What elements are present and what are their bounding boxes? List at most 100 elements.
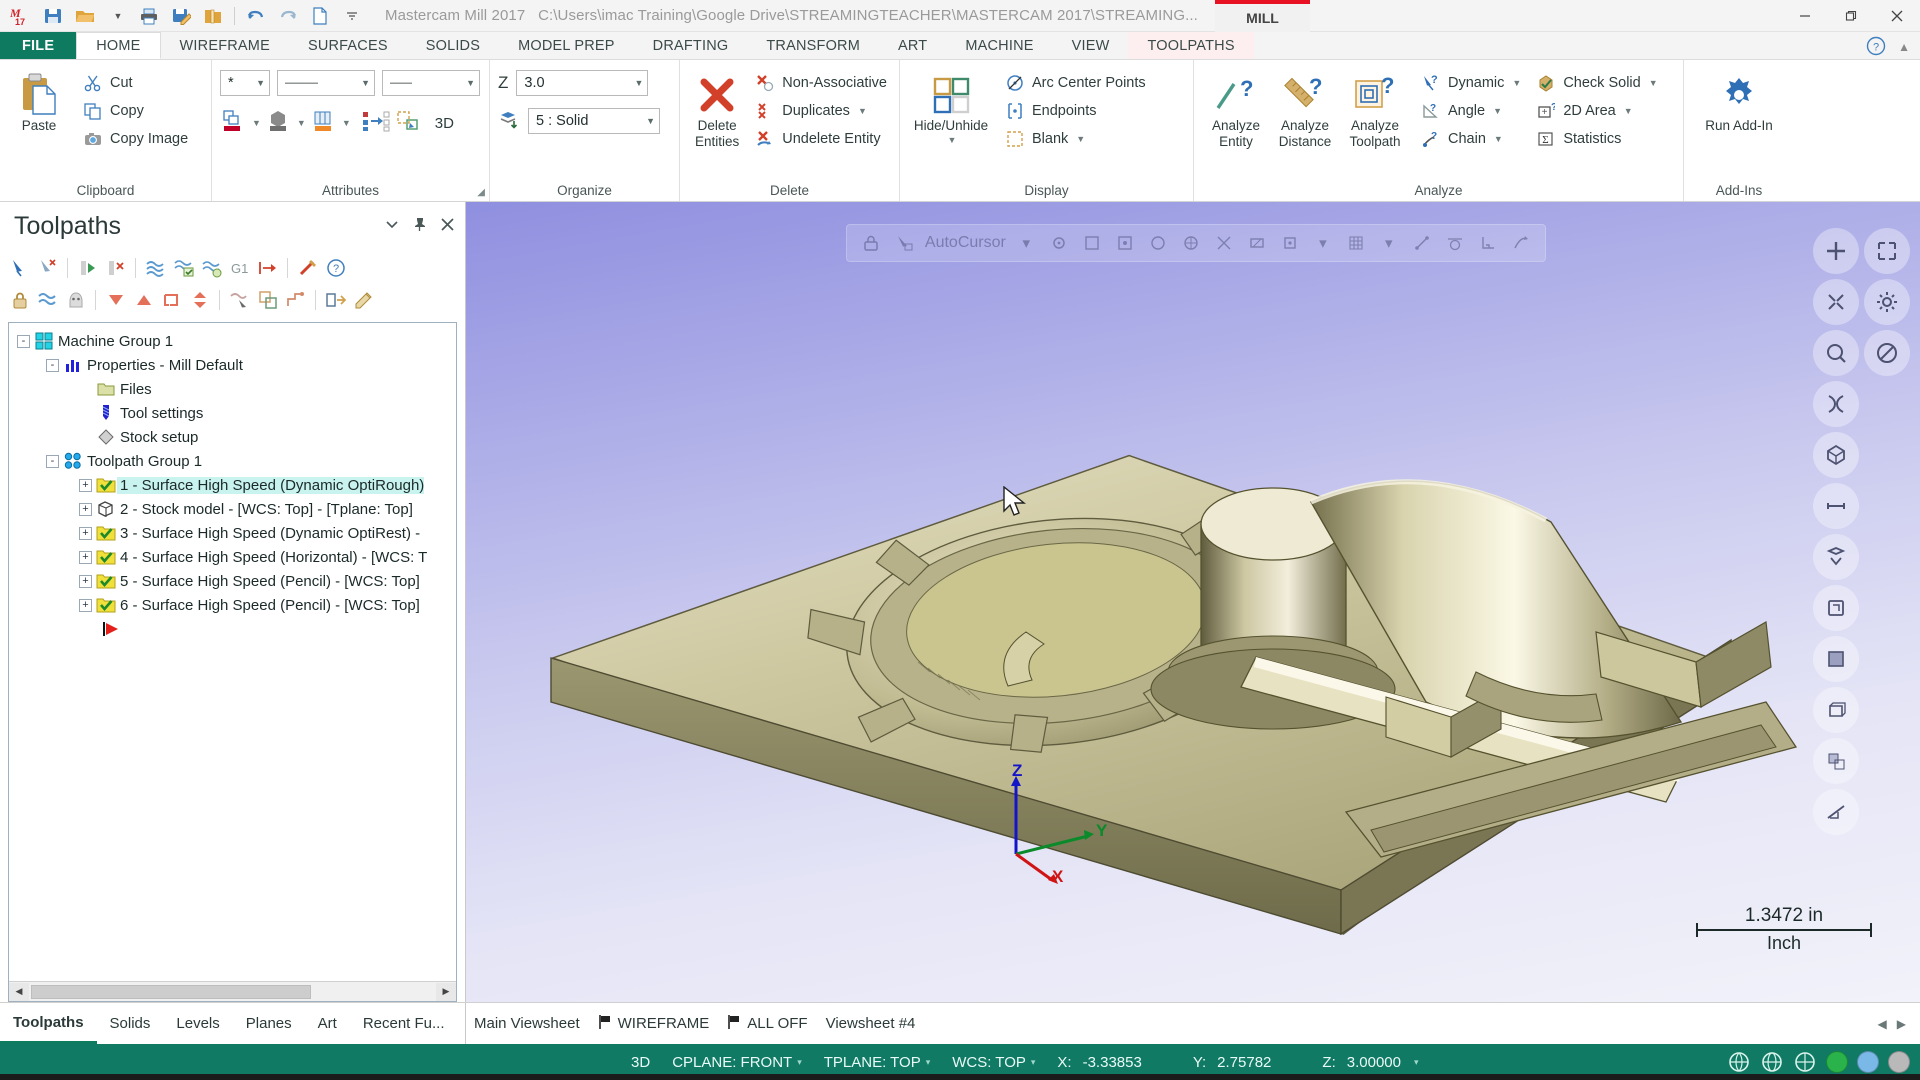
half-globe-icon[interactable] xyxy=(1793,1050,1817,1074)
surface-color-icon[interactable] xyxy=(310,108,336,138)
regenerate-selected-icon[interactable] xyxy=(74,255,101,282)
tab-transform[interactable]: TRANSFORM xyxy=(747,32,879,59)
non-associative-button[interactable]: Non-Associative xyxy=(750,70,891,96)
copy-operation-icon[interactable] xyxy=(254,287,281,314)
status-tplane[interactable]: TPLANE: TOP ▾ xyxy=(813,1054,942,1071)
tree-node-toolpath-3[interactable]: + 3 - Surface High Speed (Dynamic OptiRe… xyxy=(17,521,456,545)
tree-node-files[interactable]: Files xyxy=(17,377,456,401)
zoom-out-icon[interactable] xyxy=(1813,279,1859,325)
tab-drafting[interactable]: DRAFTING xyxy=(634,32,748,59)
analyze-distance-button[interactable]: ? Analyze Distance xyxy=(1270,66,1340,149)
tree-node-toolpath-1[interactable]: + 1 - Surface High Speed (Dynamic OptiRo… xyxy=(17,473,456,497)
new-file-icon[interactable] xyxy=(305,3,335,29)
check-solid-button[interactable]: Check Solid ▼ xyxy=(1531,70,1661,96)
product-tab-mill[interactable]: MILL xyxy=(1215,0,1310,32)
toggle-posting-icon[interactable] xyxy=(34,287,61,314)
section-view-icon[interactable] xyxy=(1813,789,1859,835)
tree-node-toolpath-group[interactable]: - Toolpath Group 1 xyxy=(17,449,456,473)
tab-view[interactable]: VIEW xyxy=(1053,32,1129,59)
analyze-chain-button[interactable]: ? Chain ▼ xyxy=(1416,126,1525,152)
viewsheet-prev-icon[interactable]: ◀ xyxy=(1878,1017,1887,1031)
expander-toolpath-group[interactable]: - xyxy=(46,454,59,468)
run-add-in-button[interactable]: Run Add-In xyxy=(1700,66,1778,134)
drill-point-icon[interactable] xyxy=(282,287,309,314)
copy-button[interactable]: Copy xyxy=(78,98,192,124)
status-swatch-blue[interactable] xyxy=(1857,1051,1879,1073)
panel-tab-levels[interactable]: Levels xyxy=(163,1003,232,1044)
z-depth-combo[interactable]: 3.0 ▼ xyxy=(516,70,649,96)
redo-icon[interactable] xyxy=(273,3,303,29)
tree-node-stock-setup[interactable]: Stock setup xyxy=(17,425,456,449)
tab-wireframe[interactable]: WIREFRAME xyxy=(161,32,289,59)
wireframe-color-icon[interactable] xyxy=(220,108,246,138)
front-view-icon[interactable] xyxy=(1813,483,1859,529)
close-icon[interactable] xyxy=(440,217,455,236)
tab-model-prep[interactable]: MODEL PREP xyxy=(499,32,634,59)
undo-icon[interactable] xyxy=(241,3,271,29)
isometric-view-icon[interactable] xyxy=(1813,432,1859,478)
arc-center-points-button[interactable]: Arc Center Points xyxy=(1000,70,1150,96)
hide-unhide-button[interactable]: Hide/Unhide ▼ xyxy=(908,66,994,145)
minimize-button[interactable] xyxy=(1782,0,1828,32)
expander-toolpath-1[interactable]: + xyxy=(79,478,92,492)
point-style-combo[interactable]: * ▼ xyxy=(220,70,270,96)
wireframe-view-icon[interactable] xyxy=(1813,687,1859,733)
graphics-viewport[interactable]: AutoCursor ▾ ▾ ▾ Z Y X 1.3472 in Inch xyxy=(466,202,1920,1002)
expander-toolpath-4[interactable]: + xyxy=(79,550,92,564)
simulate-icon[interactable] xyxy=(198,255,225,282)
chevron-down-icon[interactable]: ▾ xyxy=(797,1057,802,1068)
toolpath-display-icon[interactable] xyxy=(226,287,253,314)
right-view-icon[interactable] xyxy=(1813,585,1859,631)
regenerate-dirty-icon[interactable] xyxy=(102,255,129,282)
edit-icon[interactable] xyxy=(350,287,377,314)
line-style-combo[interactable]: ——— ▼ xyxy=(277,70,375,96)
print-icon[interactable] xyxy=(134,3,164,29)
shaded-view-icon[interactable] xyxy=(1813,636,1859,682)
tree-node-properties[interactable]: - Properties - Mill Default xyxy=(17,353,456,377)
tree-node-toolpath-6[interactable]: + 6 - Surface High Speed (Pencil) - [WCS… xyxy=(17,593,456,617)
endpoints-button[interactable]: Endpoints xyxy=(1000,98,1150,124)
expander-toolpath-6[interactable]: + xyxy=(79,598,92,612)
fit-screen-icon[interactable] xyxy=(1813,228,1859,274)
import-icon[interactable] xyxy=(322,287,349,314)
chevron-down-icon[interactable] xyxy=(385,217,399,235)
statistics-button[interactable]: Σ Statistics xyxy=(1531,126,1661,152)
open-folder-icon[interactable] xyxy=(70,3,100,29)
tab-surfaces[interactable]: SURFACES xyxy=(289,32,407,59)
status-cplane[interactable]: CPLANE: FRONT ▾ xyxy=(661,1054,813,1071)
expand-collapse-icon[interactable] xyxy=(186,287,213,314)
panel-tab-toolpaths[interactable]: Toolpaths xyxy=(0,1003,97,1044)
scroll-left-button[interactable]: ◀ xyxy=(9,982,29,1001)
attributes-dialog-launcher[interactable]: ◢ xyxy=(477,187,485,198)
toggle-display-icon[interactable] xyxy=(62,287,89,314)
analyze-toolpath-button[interactable]: ? Analyze Toolpath xyxy=(1340,66,1410,149)
scroll-right-button[interactable]: ▶ xyxy=(436,982,456,1001)
delete-entities-button[interactable]: Delete Entities xyxy=(688,66,746,149)
status-swatch-gray[interactable] xyxy=(1888,1051,1910,1073)
tab-toolpaths[interactable]: TOOLPATHS xyxy=(1128,32,1254,59)
viewsheet-scroll-arrows[interactable]: ◀ ▶ xyxy=(1878,1017,1920,1031)
restore-button[interactable] xyxy=(1828,0,1874,32)
tool-manager-icon[interactable] xyxy=(294,255,321,282)
panel-tab-planes[interactable]: Planes xyxy=(233,1003,305,1044)
tree-node-toolpath-2[interactable]: + 2 - Stock model - [WCS: Top] - [Tplane… xyxy=(17,497,456,521)
tree-node-toolpath-4[interactable]: + 4 - Surface High Speed (Horizontal) - … xyxy=(17,545,456,569)
expander-toolpath-5[interactable]: + xyxy=(79,574,92,588)
chevron-down-icon[interactable]: ▾ xyxy=(926,1057,931,1068)
set-level-icon[interactable] xyxy=(361,108,391,138)
tree-horizontal-scrollbar[interactable]: ◀ ▶ xyxy=(9,981,456,1001)
select-all-operations-icon[interactable] xyxy=(6,255,33,282)
no-entry-icon[interactable] xyxy=(1864,330,1910,376)
analyze-entity-button[interactable]: ? Analyze Entity xyxy=(1202,66,1270,149)
3d-toggle-button[interactable]: 3D xyxy=(435,115,454,132)
g1-post-icon[interactable]: G1 xyxy=(226,255,253,282)
gear-icon[interactable] xyxy=(1864,279,1910,325)
area-2d-button[interactable]: +? 2D Area▼ xyxy=(1531,98,1661,124)
viewsheet-all-off[interactable]: ALL OFF xyxy=(727,1014,808,1034)
line-width-combo[interactable]: —— ▼ xyxy=(382,70,480,96)
status-wcs[interactable]: WCS: TOP ▾ xyxy=(941,1054,1046,1071)
viewsheet-4[interactable]: Viewsheet #4 xyxy=(826,1015,916,1032)
chevron-down-icon[interactable]: ▾ xyxy=(1031,1057,1036,1068)
open-dropdown-caret[interactable]: ▼ xyxy=(102,3,132,29)
panel-tab-recent-functions[interactable]: Recent Fu... xyxy=(350,1003,458,1044)
